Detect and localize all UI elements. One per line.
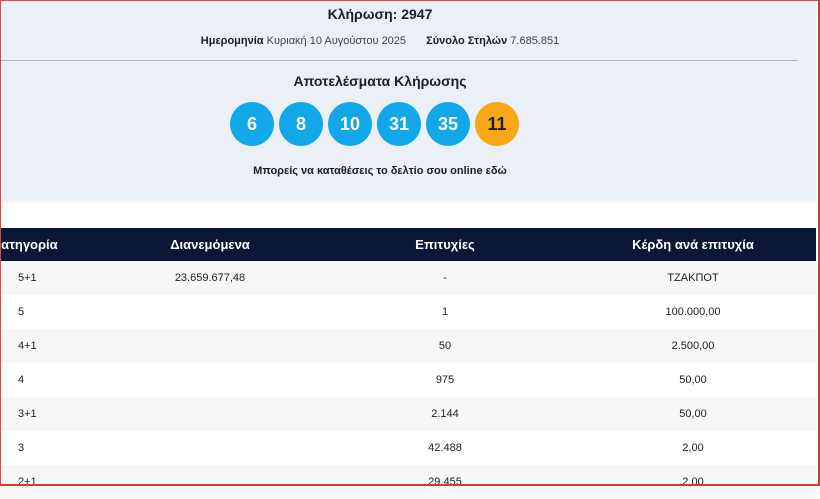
cell-prize: 50,00: [570, 397, 816, 431]
table-header-row: Κατηγορία Διανεμόμενα Επιτυχίες Κέρδη αν…: [0, 228, 816, 261]
header-winners: Επιτυχίες: [320, 228, 570, 261]
divider: [0, 60, 798, 61]
cell-winners: 975: [320, 363, 570, 397]
header-prize-per-winner: Κέρδη ανά επιτυχία: [570, 228, 816, 261]
number-ball: 6: [230, 102, 274, 146]
cell-category: 3: [0, 431, 100, 465]
draw-meta: Ημερομηνία Κυριακή 10 Αυγούστου 2025 Σύν…: [0, 35, 760, 47]
draw-info-panel: Κλήρωση: 2947 Ημερομηνία Κυριακή 10 Αυγο…: [0, 0, 816, 200]
online-play-link[interactable]: Μπορείς να καταθέσεις το δελτίο σου onli…: [0, 165, 760, 177]
table-row: 4+1 50 2.500,00: [0, 329, 816, 363]
date-value: Κυριακή 10 Αυγούστου 2025: [266, 35, 407, 47]
table-row: 3 42.488 2,00: [0, 431, 816, 465]
table-row: 5+1 23.659.677,48 - ΤΖΑΚΠΟΤ: [0, 261, 816, 295]
cell-prize: 50,00: [570, 363, 816, 397]
cell-category: 4: [0, 363, 100, 397]
winning-numbers: 6 8 10 31 35 11: [230, 102, 519, 146]
table-row: 5 1 100.000,00: [0, 295, 816, 329]
cell-winners: -: [320, 261, 570, 295]
cell-prize: 2,00: [570, 431, 816, 465]
cell-distributed: [100, 397, 320, 431]
cell-prize: ΤΖΑΚΠΟΤ: [570, 261, 816, 295]
table-row: 2+1 29.455 2,00: [0, 465, 816, 499]
cell-prize: 2.500,00: [570, 329, 816, 363]
cell-category: 5: [0, 295, 100, 329]
columns-value: 7.685.851: [510, 35, 560, 47]
cell-prize: 100.000,00: [570, 295, 816, 329]
cell-category: 4+1: [0, 329, 100, 363]
number-ball: 35: [426, 102, 470, 146]
cell-winners: 1: [320, 295, 570, 329]
cell-category: 5+1: [0, 261, 100, 295]
cell-distributed: [100, 431, 320, 465]
cell-category: 2+1: [0, 465, 100, 499]
number-ball: 8: [279, 102, 323, 146]
cell-winners: 29.455: [320, 465, 570, 499]
draw-title: Κλήρωση: 2947: [327, 6, 433, 22]
header-category: Κατηγορία: [0, 228, 100, 261]
columns-label: Σύνολο Στηλών: [426, 35, 508, 47]
number-ball: 31: [377, 102, 421, 146]
header-distributed: Διανεμόμενα: [100, 228, 320, 261]
cell-distributed: [100, 329, 320, 363]
bonus-ball: 11: [475, 102, 519, 146]
cell-winners: 50: [320, 329, 570, 363]
table-row: 3+1 2.144 50,00: [0, 397, 816, 431]
date-label: Ημερομηνία: [200, 35, 264, 47]
cell-winners: 2.144: [320, 397, 570, 431]
cell-distributed: [100, 465, 320, 499]
prize-table: Κατηγορία Διανεμόμενα Επιτυχίες Κέρδη αν…: [0, 228, 816, 499]
cell-category: 3+1: [0, 397, 100, 431]
cell-winners: 42.488: [320, 431, 570, 465]
cell-distributed: [100, 295, 320, 329]
cell-distributed: 23.659.677,48: [100, 261, 320, 295]
number-ball: 10: [328, 102, 372, 146]
cell-prize: 2,00: [570, 465, 816, 499]
cell-distributed: [100, 363, 320, 397]
table-row: 4 975 50,00: [0, 363, 816, 397]
results-title: Αποτελέσματα Κλήρωσης: [293, 73, 467, 89]
